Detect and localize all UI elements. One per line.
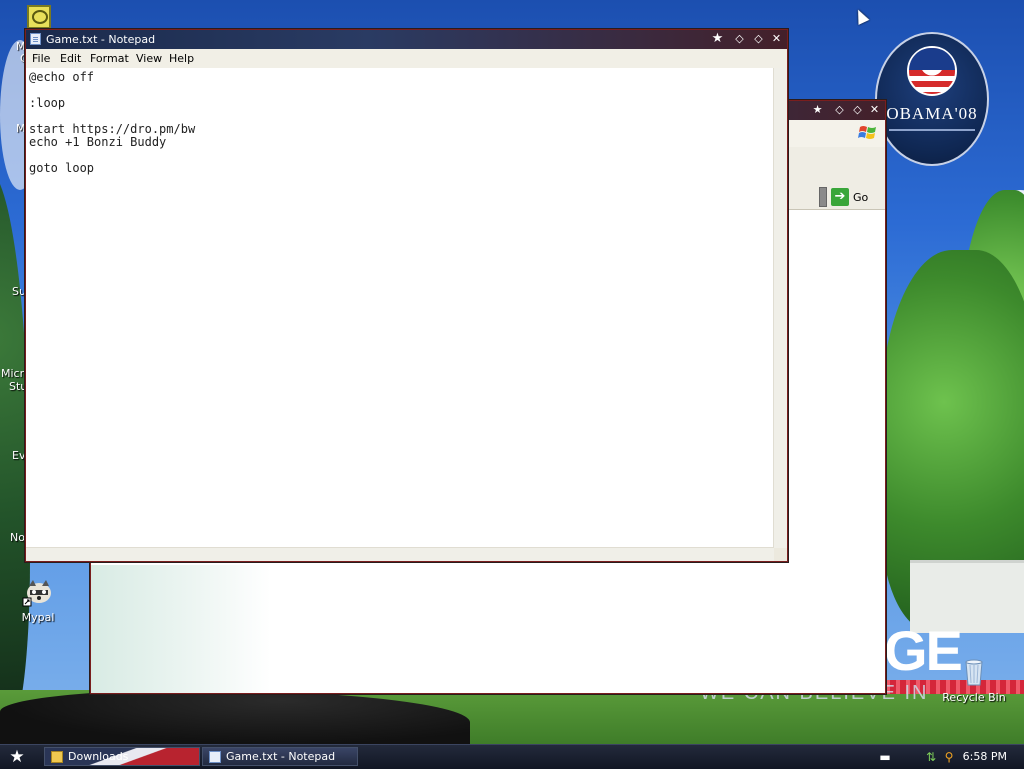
taskbar-button-notepad[interactable]: Game.txt - Notepad	[202, 747, 358, 766]
folder-icon	[51, 751, 63, 763]
menu-edit[interactable]: Edit	[60, 52, 81, 65]
taskbar-button-label: Game.txt - Notepad	[226, 750, 336, 763]
maximize-icon[interactable]: ◇	[850, 103, 865, 117]
notepad-file-icon	[30, 33, 41, 45]
close-icon[interactable]: ✕	[867, 103, 882, 117]
obama-badge: OBAMA'08	[875, 32, 989, 166]
text-editor[interactable]: @echo off :loop start https://dro.pm/bw …	[26, 68, 774, 548]
minimize-icon[interactable]: ◇	[732, 32, 747, 46]
menu-bar: File Edit Format View Help	[26, 49, 787, 69]
obama-logo-icon	[907, 46, 957, 96]
partial-label: No	[10, 531, 25, 544]
resize-grip[interactable]	[774, 548, 787, 561]
start-star-icon[interactable]: ★	[6, 747, 28, 767]
address-dropdown[interactable]	[819, 187, 827, 207]
desktop-icon-recycle-bin[interactable]: Recycle Bin	[939, 656, 1009, 704]
taskbar-button-downloads[interactable]: Downloads	[44, 747, 200, 766]
notepad-window[interactable]: Game.txt - Notepad ★ ◇ ◇ ✕ File Edit For…	[25, 29, 788, 562]
go-label: Go	[853, 191, 869, 204]
notepad-file-icon	[209, 751, 221, 763]
windows-flag-icon	[857, 124, 879, 142]
keyboard-icon[interactable]: ▬	[878, 750, 892, 764]
vertical-scrollbar[interactable]	[773, 68, 787, 548]
window-title: Game.txt - Notepad	[46, 33, 156, 46]
obama-badge-text: OBAMA'08	[886, 104, 978, 123]
menu-file[interactable]: File	[32, 52, 50, 65]
partial-label: Su	[12, 285, 26, 298]
desktop-icon-top[interactable]	[27, 5, 51, 29]
notepad-titlebar[interactable]: Game.txt - Notepad ★ ◇ ◇ ✕	[26, 30, 787, 49]
maximize-icon[interactable]: ◇	[751, 32, 766, 46]
go-button[interactable]: ➔ Go	[831, 188, 871, 206]
close-icon[interactable]: ✕	[769, 32, 784, 46]
pin-icon[interactable]: ★	[810, 103, 825, 117]
page-content-fade	[91, 565, 271, 693]
menu-format[interactable]: Format	[90, 52, 129, 65]
monitor-icon	[32, 10, 48, 24]
minimize-icon[interactable]: ◇	[832, 103, 847, 117]
clock: 6:58 PM	[962, 750, 1007, 763]
recycle-bin-icon	[958, 656, 990, 688]
pin-icon[interactable]: ★	[710, 32, 725, 46]
badge-underline	[889, 129, 975, 131]
raccoon-icon	[22, 576, 54, 608]
search-icon[interactable]: ⚲	[942, 750, 956, 764]
partial-label: Ev	[12, 449, 26, 462]
desktop-icon-label: Recycle Bin	[942, 691, 1006, 704]
menu-help[interactable]: Help	[169, 52, 194, 65]
system-tray: ▬ ⇅ ⚲ 6:58 PM	[874, 745, 1024, 769]
desktop-icon-label: Mypal	[21, 611, 55, 624]
horizontal-scrollbar[interactable]	[26, 547, 774, 561]
taskbar-button-label: Downloads	[68, 750, 129, 763]
network-icon[interactable]: ⇅	[924, 750, 938, 764]
desktop-icon-mypal[interactable]: Mypal	[3, 576, 73, 624]
menu-view[interactable]: View	[136, 52, 162, 65]
taskbar: ★ Downloads Game.txt - Notepad ▬ ⇅ ⚲ 6:5…	[0, 744, 1024, 769]
go-arrow-icon: ➔	[831, 188, 849, 206]
